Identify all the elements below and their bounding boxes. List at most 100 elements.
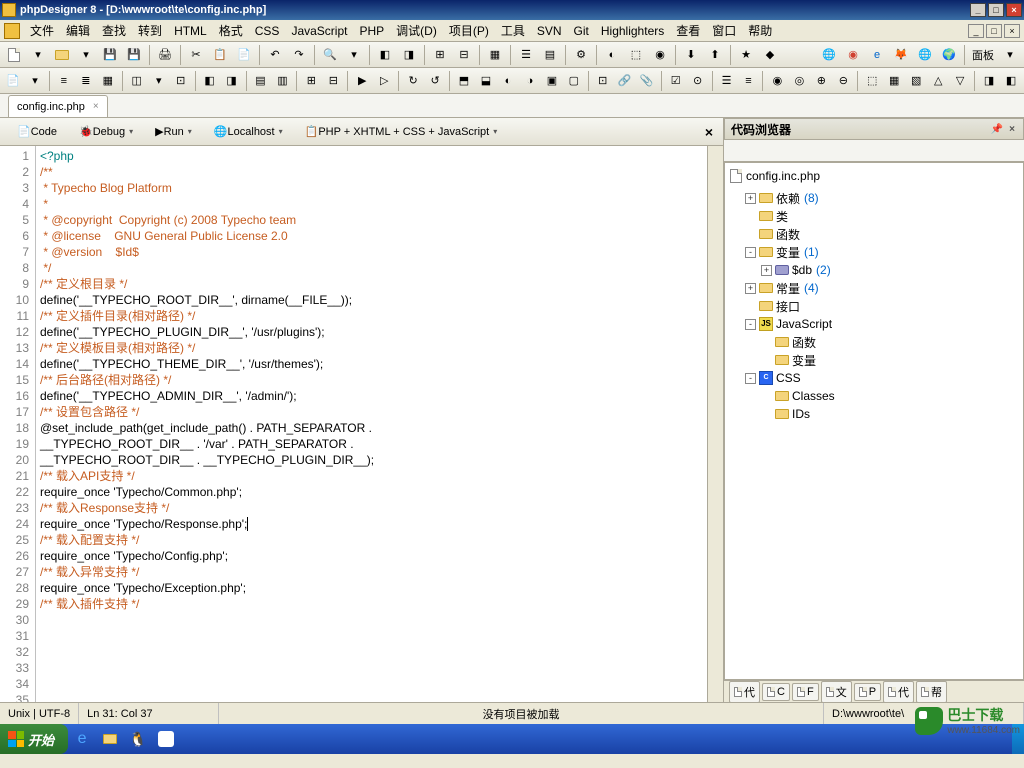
print-button[interactable]: 🖨 — [154, 44, 176, 66]
minimize-button[interactable]: _ — [970, 3, 986, 17]
menu-item[interactable]: 查看 — [670, 22, 706, 40]
tb2-btn-38[interactable]: ▽ — [950, 70, 970, 92]
tree-item[interactable]: -JSJavaScript — [729, 315, 1019, 333]
panel-footer-tab[interactable]: 代 — [883, 681, 914, 703]
code-view-button[interactable]: 📄 Code — [8, 121, 66, 143]
file-tab-close-icon[interactable]: × — [93, 101, 99, 112]
undo-button[interactable]: ↶ — [264, 44, 286, 66]
tb2-btn-6[interactable]: ⊡ — [171, 70, 191, 92]
tree-item[interactable]: +依赖(8) — [729, 189, 1019, 207]
tb2-btn-33[interactable]: ⊖ — [833, 70, 853, 92]
start-button[interactable]: 开始 — [0, 724, 68, 754]
redo-button[interactable]: ↷ — [288, 44, 310, 66]
tb2-btn-27[interactable]: ⊙ — [688, 70, 708, 92]
new-dropdown[interactable]: ▾ — [27, 44, 49, 66]
tb2-btn-10[interactable]: ▥ — [272, 70, 292, 92]
tb2-btn-3[interactable]: ≣ — [76, 70, 96, 92]
browser-button-1[interactable]: 🌐 — [818, 44, 840, 66]
tb2-btn-31[interactable]: ◎ — [789, 70, 809, 92]
tb2-btn-25[interactable]: 📎 — [637, 70, 657, 92]
tree-expander-icon[interactable]: + — [761, 265, 772, 276]
tree-item[interactable]: 类 — [729, 207, 1019, 225]
tb2-btn-7[interactable]: ◧ — [200, 70, 220, 92]
menu-item[interactable]: 调试(D) — [390, 22, 443, 40]
browser-button-3[interactable]: e — [866, 44, 888, 66]
menu-item[interactable]: 编辑 — [60, 22, 96, 40]
tb2-btn-15[interactable]: ↻ — [403, 70, 423, 92]
tb2-btn-17[interactable]: ⬒ — [454, 70, 474, 92]
tree-item[interactable]: Classes — [729, 387, 1019, 405]
tree-root[interactable]: config.inc.php — [729, 167, 1019, 185]
find-dropdown[interactable]: ▾ — [343, 44, 365, 66]
mdi-minimize-button[interactable]: _ — [968, 24, 984, 38]
tree-item[interactable]: +常量(4) — [729, 279, 1019, 297]
tb2-btn-8[interactable]: ◨ — [222, 70, 242, 92]
tb2-btn-22[interactable]: ▢ — [564, 70, 584, 92]
tree-item[interactable]: 变量 — [729, 351, 1019, 369]
tree-expander-icon[interactable]: - — [745, 247, 756, 258]
tool-button-6[interactable]: ☰ — [515, 44, 537, 66]
tool-button-12[interactable]: ⬇ — [680, 44, 702, 66]
tree-item[interactable]: 函数 — [729, 333, 1019, 351]
browser-button-6[interactable]: 🌍 — [938, 44, 960, 66]
tb2-btn-20[interactable]: ◑ — [520, 70, 540, 92]
tb2-btn-40[interactable]: ◧ — [1001, 70, 1021, 92]
tb2-btn-35[interactable]: ▦ — [884, 70, 904, 92]
file-tab-active[interactable]: config.inc.php × — [8, 95, 108, 117]
menu-item[interactable]: JavaScript — [285, 22, 353, 40]
menu-item[interactable]: CSS — [249, 22, 286, 40]
tool-button-9[interactable]: ◐ — [601, 44, 623, 66]
menu-item[interactable]: HTML — [168, 22, 213, 40]
tool-button-2[interactable]: ◨ — [398, 44, 420, 66]
cut-button[interactable]: ✂ — [185, 44, 207, 66]
tb2-btn-16[interactable]: ↺ — [425, 70, 445, 92]
tool-button-14[interactable]: ★ — [735, 44, 757, 66]
panel-footer-tab[interactable]: C — [762, 683, 790, 701]
tb2-btn-9[interactable]: ▤ — [250, 70, 270, 92]
tb2-btn-19[interactable]: ◐ — [498, 70, 518, 92]
debug-button[interactable]: 🐞 Debug ▾ — [70, 121, 142, 143]
menu-item[interactable]: Highlighters — [595, 22, 670, 40]
panel-footer-tab[interactable]: F — [792, 683, 819, 701]
menu-item[interactable]: 窗口 — [706, 22, 742, 40]
menu-item[interactable]: 转到 — [132, 22, 168, 40]
tool-button-1[interactable]: ◧ — [374, 44, 396, 66]
tool-button-5[interactable]: ▦ — [484, 44, 506, 66]
open-button[interactable] — [51, 44, 73, 66]
run-button[interactable]: ▶ Run ▾ — [146, 121, 201, 143]
tree-item[interactable]: +$db(2) — [729, 261, 1019, 279]
tool-button-13[interactable]: ⬆ — [704, 44, 726, 66]
tb2-btn-13[interactable]: ▶ — [352, 70, 372, 92]
panel-dropdown[interactable]: ▾ — [999, 44, 1021, 66]
tb2-btn-4[interactable]: ▦ — [98, 70, 118, 92]
editor-close-button[interactable]: × — [701, 124, 717, 140]
code-tree[interactable]: config.inc.php +依赖(8)类函数-变量(1)+$db(2)+常量… — [724, 162, 1024, 680]
system-tray[interactable] — [1012, 724, 1024, 754]
menu-item[interactable]: 工具 — [495, 22, 531, 40]
tb2-btn-36[interactable]: ▧ — [906, 70, 926, 92]
tree-expander-icon[interactable]: - — [745, 319, 756, 330]
localhost-button[interactable]: 🌐 Localhost ▾ — [205, 121, 292, 143]
tb2-btn-1d[interactable]: ▾ — [25, 70, 45, 92]
tool-button-10[interactable]: ⬚ — [625, 44, 647, 66]
tb2-btn-11[interactable]: ⊞ — [301, 70, 321, 92]
close-button[interactable]: × — [1006, 3, 1022, 17]
tree-item[interactable]: 函数 — [729, 225, 1019, 243]
tool-button-7[interactable]: ▤ — [539, 44, 561, 66]
tool-button-15[interactable]: ◆ — [759, 44, 781, 66]
tb2-btn-24[interactable]: 🔗 — [615, 70, 635, 92]
taskbar-ie-icon[interactable]: e — [70, 727, 94, 751]
taskbar-folder-icon[interactable] — [98, 727, 122, 751]
tool-button-4[interactable]: ⊟ — [453, 44, 475, 66]
tree-item[interactable]: -CCSS — [729, 369, 1019, 387]
menu-item[interactable]: SVN — [531, 22, 568, 40]
panel-footer-tab[interactable]: 帮 — [916, 681, 947, 703]
panel-close-icon[interactable]: × — [1007, 124, 1017, 135]
tree-item[interactable]: -变量(1) — [729, 243, 1019, 261]
tool-button-3[interactable]: ⊞ — [429, 44, 451, 66]
save-button[interactable]: 💾 — [99, 44, 121, 66]
languages-button[interactable]: 📋 PHP + XHTML + CSS + JavaScript ▾ — [296, 121, 507, 143]
menu-item[interactable]: 帮助 — [742, 22, 778, 40]
menu-item[interactable]: 项目(P) — [443, 22, 495, 40]
maximize-button[interactable]: □ — [988, 3, 1004, 17]
